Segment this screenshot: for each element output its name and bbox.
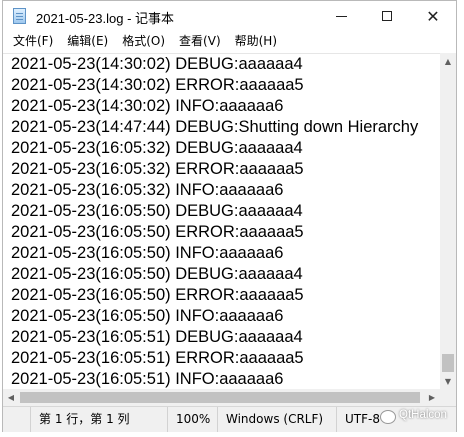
log-line: 2021-05-23(16:05:51) ERROR:aaaaaa5 xyxy=(11,349,304,367)
chevron-left-icon[interactable]: ◀ xyxy=(3,389,19,406)
log-line: 2021-05-23(14:30:02) ERROR:aaaaaa5 xyxy=(11,76,304,94)
log-line: 2021-05-23(16:05:32) DEBUG:aaaaaa4 xyxy=(11,139,303,157)
line-ending: Windows (CRLF) xyxy=(217,407,336,432)
log-line: 2021-05-23(14:30:02) INFO:aaaaaa6 xyxy=(11,97,284,115)
menu-view[interactable]: 查看(V) xyxy=(172,31,228,52)
log-line: 2021-05-23(16:05:50) INFO:aaaaaa6 xyxy=(11,244,284,262)
menu-help[interactable]: 帮助(H) xyxy=(228,31,284,52)
title-bar[interactable]: 2021-05-23.log - 记事本 ✕ xyxy=(3,1,456,31)
vertical-scrollbar[interactable]: ▲ ▼ xyxy=(440,53,456,389)
zoom-level: 100% xyxy=(167,407,217,432)
chevron-down-icon[interactable]: ▼ xyxy=(440,373,456,389)
vertical-scroll-thumb[interactable] xyxy=(442,354,454,372)
chevron-right-icon[interactable]: ▶ xyxy=(424,389,440,406)
log-line: 2021-05-23(16:05:32) INFO:aaaaaa6 xyxy=(11,181,284,199)
log-line: 2021-05-23(16:05:50) INFO:aaaaaa6 xyxy=(11,307,284,325)
window-title: 2021-05-23.log - 记事本 xyxy=(36,11,175,26)
log-line: 2021-05-23(16:05:51) INFO:aaaaaa6 xyxy=(11,370,284,388)
log-line: 2021-05-23(16:05:50) DEBUG:aaaaaa4 xyxy=(11,265,303,283)
menu-file[interactable]: 文件(F) xyxy=(3,31,60,52)
text-editor[interactable]: 2021-05-23(14:30:02) DEBUG:aaaaaa4 2021-… xyxy=(3,53,440,390)
menu-format[interactable]: 格式(O) xyxy=(115,31,172,52)
horizontal-scroll-thumb[interactable] xyxy=(20,392,420,403)
log-line: 2021-05-23(16:05:50) DEBUG:aaaaaa4 xyxy=(11,202,303,220)
log-line: 2021-05-23(14:47:44) DEBUG:Shutting down… xyxy=(11,118,419,136)
maximize-icon xyxy=(382,11,392,21)
notepad-window: 2021-05-23.log - 记事本 ✕ 文件(F) 编辑(E) 格式(O)… xyxy=(2,0,457,432)
menu-edit[interactable]: 编辑(E) xyxy=(60,31,115,52)
log-line: 2021-05-23(16:05:32) ERROR:aaaaaa5 xyxy=(11,160,304,178)
watermark-text: QtHalcon xyxy=(399,409,447,421)
log-line: 2021-05-23(16:05:51) DEBUG:aaaaaa4 xyxy=(11,328,303,346)
maximize-button[interactable] xyxy=(364,1,410,31)
minimize-icon xyxy=(335,15,347,17)
horizontal-scrollbar[interactable]: ◀ ▶ xyxy=(3,389,440,406)
watermark-logo-icon xyxy=(380,410,396,424)
chevron-up-icon[interactable]: ▲ xyxy=(440,53,456,69)
log-line: 2021-05-23(16:05:50) ERROR:aaaaaa5 xyxy=(11,223,304,241)
cursor-position: 第 1 行，第 1 列 xyxy=(30,407,170,432)
log-line: 2021-05-23(16:05:50) ERROR:aaaaaa5 xyxy=(11,286,304,304)
minimize-button[interactable] xyxy=(318,1,364,31)
close-button[interactable]: ✕ xyxy=(410,1,456,31)
scrollbar-corner xyxy=(440,389,456,406)
notepad-icon xyxy=(13,8,26,24)
close-icon: ✕ xyxy=(426,6,440,26)
log-line: 2021-05-23(14:30:02) DEBUG:aaaaaa4 xyxy=(11,55,303,73)
menu-bar: 文件(F) 编辑(E) 格式(O) 查看(V) 帮助(H) xyxy=(3,31,456,52)
